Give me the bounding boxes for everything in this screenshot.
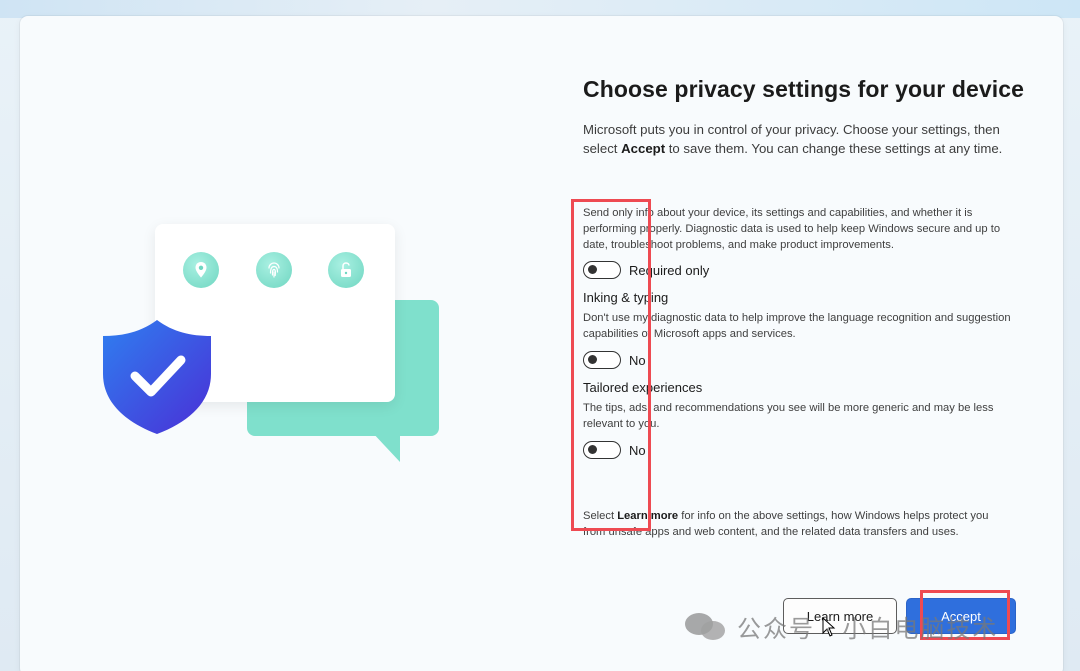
location-icon	[183, 252, 219, 288]
learn-more-note: Select Learn more for info on the above …	[583, 508, 1013, 540]
setting-description: The tips, ads, and recommendations you s…	[583, 402, 994, 430]
fingerprint-icon	[256, 252, 292, 288]
watermark-text: 公众号 · 小白电脑技术	[737, 615, 999, 643]
note-prefix: Select	[583, 510, 618, 522]
setting-tailored-experiences: Tailored experiences The tips, ads, and …	[583, 380, 1013, 461]
watermark: 公众号 · 小白电脑技术	[685, 608, 998, 644]
intro-accept-emphasis: Accept	[621, 140, 666, 156]
setting-inking-typing: Inking & typing Don't use my diagnostic …	[583, 290, 1013, 371]
setting-description: Don't use my diagnostic data to help imp…	[583, 312, 1011, 340]
toggle-knob	[588, 445, 597, 454]
tailored-experiences-toggle[interactable]	[583, 441, 621, 459]
toggle-knob	[588, 355, 597, 364]
chat-bubble-tail	[370, 430, 400, 462]
toggle-state-label: Required only	[629, 262, 710, 278]
setting-description: Send only info about your device, its se…	[583, 207, 1001, 251]
page-title: Choose privacy settings for your device	[583, 76, 1025, 102]
toggle-state-label: No	[629, 352, 646, 368]
wechat-icon	[685, 611, 729, 641]
toggle-row: No	[583, 439, 1013, 461]
setting-diagnostic-data: Send only info about your device, its se…	[583, 205, 1013, 281]
setting-title: Tailored experiences	[583, 380, 703, 395]
toggle-knob	[588, 265, 597, 274]
shield-check-icon	[103, 320, 211, 434]
diagnostic-data-toggle[interactable]	[583, 261, 621, 279]
privacy-settings-list[interactable]: Send only info about your device, its se…	[583, 205, 1013, 461]
toggle-row: Required only	[583, 259, 1013, 281]
privacy-illustration	[0, 0, 540, 671]
inking-typing-toggle[interactable]	[583, 351, 621, 369]
intro-text: Microsoft puts you in control of your pr…	[583, 121, 1023, 158]
note-learn-more-emphasis: Learn more	[617, 510, 679, 522]
setting-title: Inking & typing	[583, 290, 669, 305]
toggle-row: No	[583, 349, 1013, 371]
intro-text-suffix: to save them. You can change these setti…	[665, 140, 1003, 156]
unlock-icon	[328, 252, 364, 288]
toggle-state-label: No	[629, 442, 646, 458]
